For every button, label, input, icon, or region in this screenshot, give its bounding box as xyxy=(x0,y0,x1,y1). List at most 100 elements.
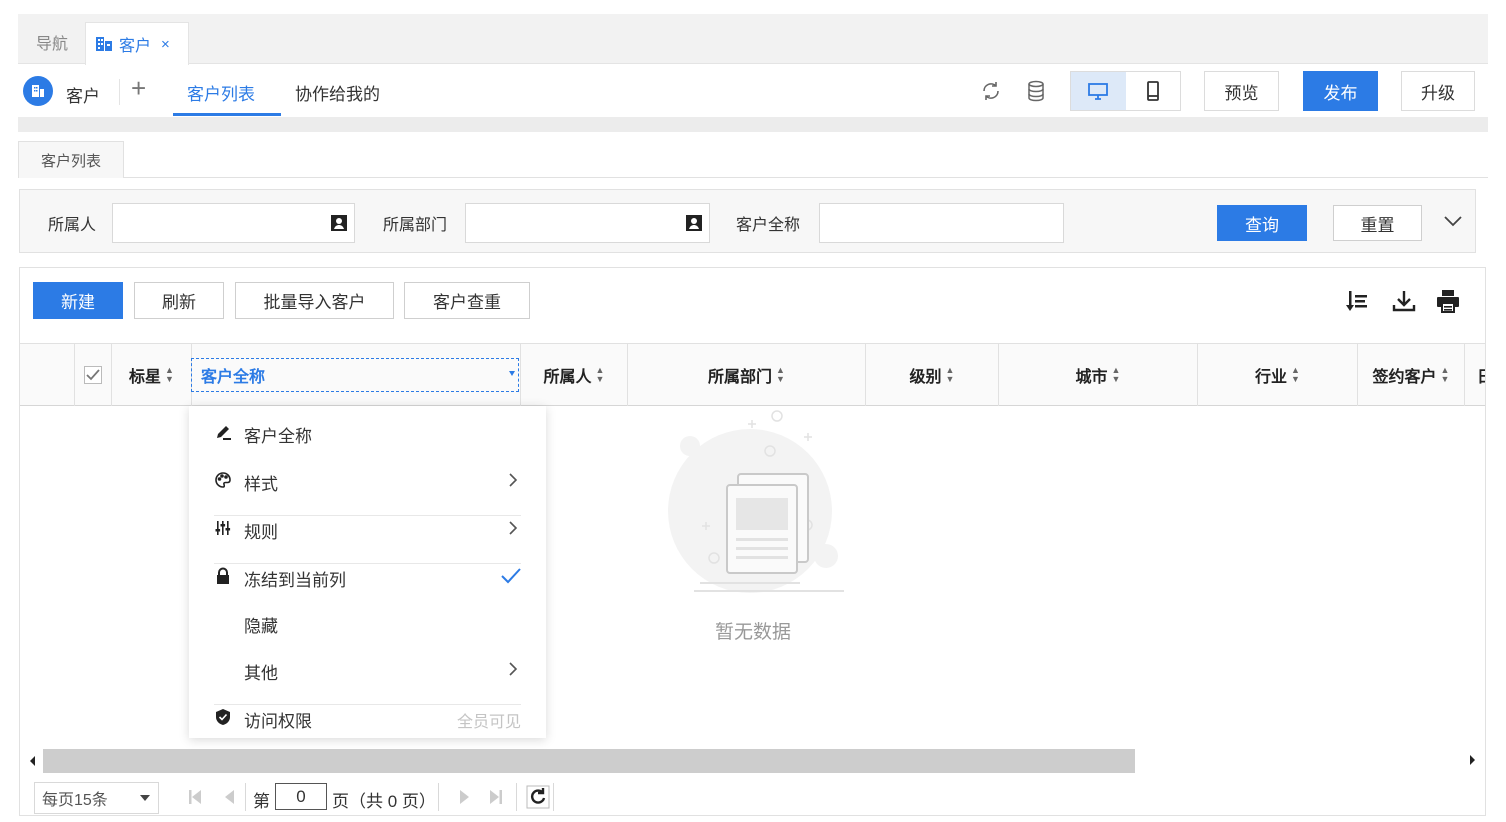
dedupe-button[interactable]: 客户查重 xyxy=(404,282,530,319)
chevron-down-icon[interactable] xyxy=(1442,210,1464,232)
menu-item-label: 其他 xyxy=(244,664,278,683)
table-header: 标星 ▲ ▼ 客户全称 所属人 ▲ ▼ 所属部门 ▲ ▼ 级别 ▲ ▼ 城市 ▲… xyxy=(20,343,1485,406)
contact-picker-icon[interactable] xyxy=(330,214,348,232)
print-icon[interactable] xyxy=(1435,288,1461,314)
column-header-signed-label: 签约客户 xyxy=(1372,369,1437,386)
sliders-icon xyxy=(215,521,231,535)
owner-input[interactable] xyxy=(112,203,355,243)
tab-customer-label: 客户 xyxy=(119,38,152,55)
building-icon xyxy=(32,85,44,97)
customer-name-input[interactable] xyxy=(819,203,1064,243)
tab-nav[interactable]: 导航 xyxy=(36,30,68,54)
department-label: 所属部门 xyxy=(383,217,448,234)
sort-arrows-icon[interactable]: ▲ ▼ xyxy=(776,366,785,384)
publish-button[interactable]: 发布 xyxy=(1303,71,1378,111)
new-button[interactable]: 新建 xyxy=(33,282,123,319)
menu-item-rename[interactable]: 客户全称 xyxy=(189,409,546,455)
checkmark-icon xyxy=(86,369,100,381)
reset-button[interactable]: 重置 xyxy=(1333,205,1422,241)
menu-item-hide[interactable]: 隐藏 xyxy=(189,599,546,645)
department-input[interactable] xyxy=(465,203,710,243)
app-header: 客户 + 客户列表 协作给我的 预览 发布 升级 xyxy=(18,65,1488,117)
last-page-icon[interactable] xyxy=(486,787,506,807)
edit-icon xyxy=(217,426,231,440)
owner-label: 所属人 xyxy=(48,217,97,234)
column-header-owner-label: 所属人 xyxy=(543,369,592,386)
column-header-star[interactable]: 标星 ▲ ▼ xyxy=(112,344,191,406)
upgrade-button[interactable]: 升级 xyxy=(1401,71,1475,111)
refresh-button[interactable]: 刷新 xyxy=(134,282,224,319)
desktop-icon xyxy=(1088,83,1109,100)
first-page-icon[interactable] xyxy=(185,787,205,807)
database-icon[interactable] xyxy=(1024,79,1048,103)
page-number-input[interactable]: 0 xyxy=(275,783,327,810)
select-all-header xyxy=(75,344,112,406)
download-icon[interactable] xyxy=(1391,288,1417,314)
column-header-customer-name[interactable]: 客户全称 xyxy=(191,358,519,392)
column-dropdown-icon[interactable] xyxy=(509,371,515,376)
preview-button[interactable]: 预览 xyxy=(1204,71,1279,111)
tab-shared-with-me[interactable]: 协作给我的 xyxy=(295,80,380,105)
reload-icon[interactable] xyxy=(526,785,550,809)
menu-item-freeze[interactable]: 冻结到当前列 xyxy=(189,553,546,599)
header-divider-band xyxy=(18,117,1488,132)
tab-customer-list[interactable]: 客户列表 xyxy=(187,80,255,105)
sort-icon[interactable] xyxy=(1345,288,1371,314)
menu-item-other[interactable]: 其他 xyxy=(189,646,546,692)
menu-item-label: 冻结到当前列 xyxy=(244,571,346,590)
caret-down-icon xyxy=(140,795,150,801)
desktop-view-button[interactable] xyxy=(1071,72,1126,110)
divider xyxy=(245,783,246,811)
scroll-left-arrow[interactable] xyxy=(30,756,35,766)
page-suffix: 页（共 0 页） xyxy=(332,792,436,811)
divider xyxy=(119,79,120,105)
menu-item-access[interactable]: 访问权限 全员可见 xyxy=(189,694,546,740)
tab-customer[interactable]: 客户 × xyxy=(85,22,189,65)
column-header-partial-label: 日 xyxy=(1477,363,1485,387)
active-tab-indicator xyxy=(173,113,281,116)
refresh-icon[interactable] xyxy=(979,79,1003,103)
sort-arrows-icon[interactable]: ▲ ▼ xyxy=(946,366,955,384)
batch-import-button[interactable]: 批量导入客户 xyxy=(235,282,394,319)
column-header-owner[interactable]: 所属人 ▲ ▼ xyxy=(521,344,628,406)
query-button[interactable]: 查询 xyxy=(1217,205,1307,241)
column-context-menu: 客户全称 样式 规则 冻结到当前列 隐藏 其他 访问权限 全员可见 xyxy=(189,406,546,738)
sort-arrows-icon[interactable]: ▲ ▼ xyxy=(165,366,174,384)
next-page-icon[interactable] xyxy=(454,787,474,807)
horizontal-scrollbar-thumb[interactable] xyxy=(43,749,1135,773)
menu-item-label: 样式 xyxy=(244,475,278,494)
column-header-department-label: 所属部门 xyxy=(708,369,773,386)
column-header-level[interactable]: 级别 ▲ ▼ xyxy=(866,344,999,406)
mobile-icon xyxy=(1146,81,1159,101)
scroll-right-arrow[interactable] xyxy=(1470,755,1475,765)
customer-name-label: 客户全称 xyxy=(736,217,801,234)
chevron-right-icon xyxy=(509,662,518,676)
contact-picker-icon[interactable] xyxy=(685,214,703,232)
sort-arrows-icon[interactable]: ▲ ▼ xyxy=(1441,366,1450,384)
column-header-department[interactable]: 所属部门 ▲ ▼ xyxy=(628,344,866,406)
menu-item-label: 访问权限 xyxy=(244,712,312,731)
close-icon[interactable]: × xyxy=(161,36,170,53)
page-tab-customer-list[interactable]: 客户列表 xyxy=(18,141,124,178)
sort-arrows-icon[interactable]: ▲ ▼ xyxy=(1291,366,1300,384)
divider xyxy=(438,783,439,811)
mobile-view-button[interactable] xyxy=(1126,72,1181,110)
column-header-city[interactable]: 城市 ▲ ▼ xyxy=(999,344,1198,406)
prev-page-icon[interactable] xyxy=(220,787,240,807)
sort-arrows-icon[interactable]: ▲ ▼ xyxy=(1112,366,1121,384)
add-icon[interactable]: + xyxy=(131,75,146,101)
lock-icon xyxy=(217,567,229,584)
menu-item-style[interactable]: 样式 xyxy=(189,457,546,503)
page-tab-line xyxy=(124,177,1488,178)
menu-item-rules[interactable]: 规则 xyxy=(189,505,546,551)
column-header-partial[interactable]: 日 xyxy=(1465,344,1485,406)
app-name: 客户 xyxy=(66,87,100,106)
select-all-checkbox[interactable] xyxy=(84,366,102,384)
page-size-select[interactable]: 每页15条 xyxy=(34,782,159,814)
app-frame: 导航 客户 × 客户 + 客户列表 协作给我的 预览 发布 升级 客户列表 所属… xyxy=(18,14,1488,816)
page-size-value: 每页15条 xyxy=(42,792,108,809)
building-icon xyxy=(96,37,112,51)
column-header-industry[interactable]: 行业 ▲ ▼ xyxy=(1198,344,1358,406)
column-header-signed[interactable]: 签约客户 ▲ ▼ xyxy=(1358,344,1465,406)
sort-arrows-icon[interactable]: ▲ ▼ xyxy=(596,366,605,384)
